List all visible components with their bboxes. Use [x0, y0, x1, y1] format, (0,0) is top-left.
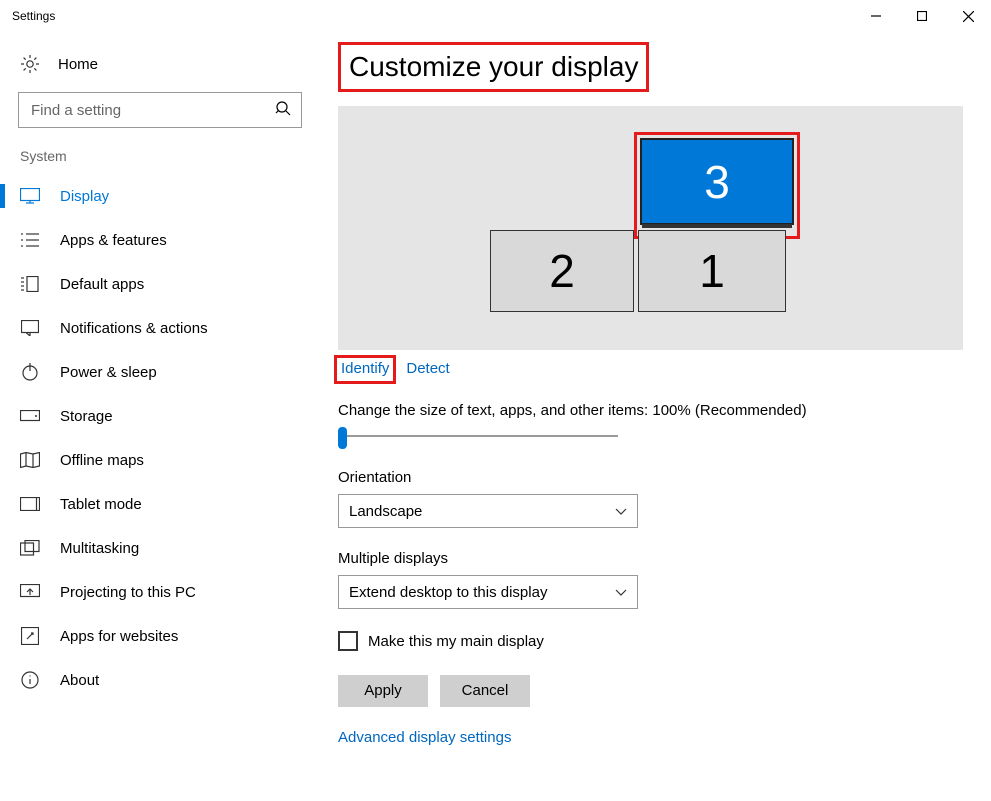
sidebar-item-multitasking[interactable]: Multitasking	[0, 526, 320, 570]
page-title: Customize your display	[338, 42, 649, 92]
multiple-displays-value: Extend desktop to this display	[349, 584, 547, 601]
sidebar-item-label: Tablet mode	[60, 496, 142, 513]
sidebar-item-notifications[interactable]: Notifications & actions	[0, 306, 320, 350]
sidebar-item-label: Apps for websites	[60, 628, 178, 645]
sidebar-item-label: Power & sleep	[60, 364, 157, 381]
default-apps-icon	[20, 274, 40, 294]
sidebar-item-label: About	[60, 672, 99, 689]
display-arrangement-area[interactable]: 3 1 2	[338, 106, 963, 350]
advanced-display-settings-link[interactable]: Advanced display settings	[338, 729, 511, 746]
sidebar-item-label: Notifications & actions	[60, 320, 208, 337]
sidebar-item-label: Projecting to this PC	[60, 584, 196, 601]
sidebar-item-label: Apps & features	[60, 232, 167, 249]
detect-link[interactable]: Detect	[406, 360, 449, 380]
info-icon	[20, 670, 40, 690]
sidebar-item-tablet-mode[interactable]: Tablet mode	[0, 482, 320, 526]
search-wrap	[0, 92, 320, 142]
sidebar-item-apps-features[interactable]: Apps & features	[0, 218, 320, 262]
main-content: Customize your display 3 1 2 Identify De…	[320, 32, 991, 801]
sidebar-item-label: Default apps	[60, 276, 144, 293]
home-button[interactable]: Home	[0, 48, 320, 92]
sidebar-item-label: Display	[60, 188, 109, 205]
search-icon	[275, 100, 291, 121]
multiple-displays-label: Multiple displays	[338, 550, 963, 567]
window-title: Settings	[12, 9, 55, 23]
orientation-label: Orientation	[338, 469, 963, 486]
window-controls	[853, 0, 991, 32]
maximize-button[interactable]	[899, 0, 945, 32]
section-label: System	[0, 142, 320, 174]
apps-websites-icon	[20, 626, 40, 646]
home-label: Home	[58, 56, 98, 73]
identify-link[interactable]: Identify	[334, 355, 396, 384]
slider-thumb[interactable]	[338, 427, 347, 449]
sidebar: Home System Display Apps & f	[0, 32, 320, 801]
window-body: Home System Display Apps & f	[0, 32, 991, 801]
monitor-1[interactable]: 1	[638, 230, 786, 312]
monitor-2[interactable]: 2	[490, 230, 634, 312]
display-icon	[20, 186, 40, 206]
sidebar-item-power-sleep[interactable]: Power & sleep	[0, 350, 320, 394]
sidebar-item-projecting[interactable]: Projecting to this PC	[0, 570, 320, 614]
slider-track	[342, 435, 618, 437]
minimize-button[interactable]	[853, 0, 899, 32]
notifications-icon	[20, 318, 40, 338]
sidebar-item-display[interactable]: Display	[0, 174, 320, 218]
search-box[interactable]	[18, 92, 302, 128]
sidebar-item-label: Storage	[60, 408, 113, 425]
projecting-icon	[20, 582, 40, 602]
sidebar-item-default-apps[interactable]: Default apps	[0, 262, 320, 306]
scale-slider[interactable]	[338, 427, 618, 447]
sidebar-item-offline-maps[interactable]: Offline maps	[0, 438, 320, 482]
close-button[interactable]	[945, 0, 991, 32]
storage-icon	[20, 406, 40, 426]
sidebar-item-about[interactable]: About	[0, 658, 320, 702]
nav-list: Display Apps & features Default apps Not…	[0, 174, 320, 702]
button-row: Apply Cancel	[338, 675, 963, 707]
display-links: Identify Detect	[338, 360, 963, 380]
sidebar-item-label: Offline maps	[60, 452, 144, 469]
search-input[interactable]	[29, 101, 275, 120]
power-icon	[20, 362, 40, 382]
list-icon	[20, 230, 40, 250]
gear-icon	[20, 54, 40, 74]
main-display-checkbox[interactable]	[338, 631, 358, 651]
map-icon	[20, 450, 40, 470]
main-display-label: Make this my main display	[368, 633, 544, 650]
scale-label: Change the size of text, apps, and other…	[338, 402, 963, 419]
titlebar: Settings	[0, 0, 991, 32]
apply-button[interactable]: Apply	[338, 675, 428, 707]
sidebar-item-apps-websites[interactable]: Apps for websites	[0, 614, 320, 658]
orientation-dropdown[interactable]: Landscape	[338, 494, 638, 528]
settings-window: Settings Home	[0, 0, 991, 801]
sidebar-item-storage[interactable]: Storage	[0, 394, 320, 438]
cancel-button[interactable]: Cancel	[440, 675, 530, 707]
chevron-down-icon	[615, 503, 627, 520]
multitasking-icon	[20, 538, 40, 558]
tablet-icon	[20, 494, 40, 514]
main-display-checkbox-row[interactable]: Make this my main display	[338, 631, 963, 651]
multiple-displays-dropdown[interactable]: Extend desktop to this display	[338, 575, 638, 609]
monitor-3[interactable]: 3	[640, 138, 794, 225]
chevron-down-icon	[615, 584, 627, 601]
orientation-value: Landscape	[349, 503, 422, 520]
sidebar-item-label: Multitasking	[60, 540, 139, 557]
